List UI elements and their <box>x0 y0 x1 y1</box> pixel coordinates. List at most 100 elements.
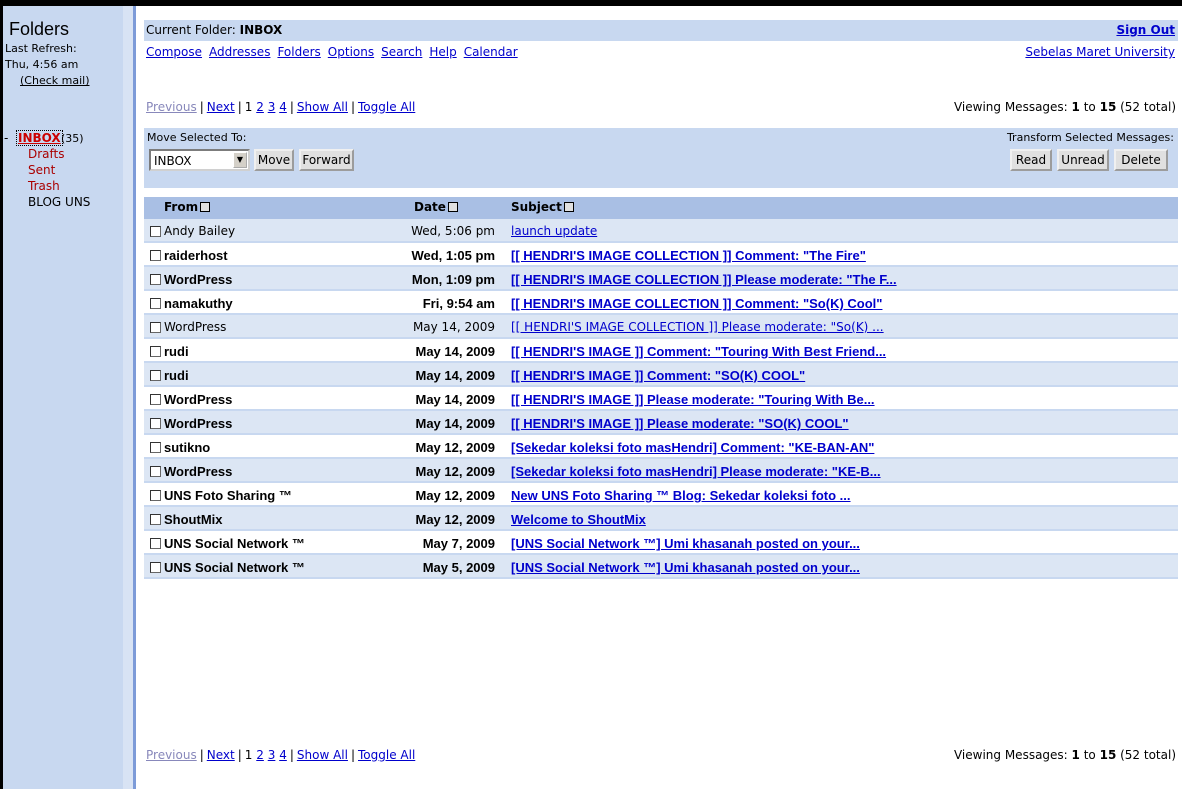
message-subject-link[interactable]: [Sekedar koleksi foto masHendri] Comment… <box>511 440 874 455</box>
sidebar-item-blog-uns[interactable]: BLOG UNS <box>3 194 123 210</box>
next-link[interactable]: Next <box>207 748 235 762</box>
nav-options[interactable]: Options <box>328 45 374 59</box>
sign-out-link[interactable]: Sign Out <box>1116 23 1175 37</box>
nav-help[interactable]: Help <box>429 45 456 59</box>
message-row[interactable]: rudi May 14, 2009 [[ HENDRI'S IMAGE ]] Com… <box>144 363 1178 387</box>
message-checkbox[interactable] <box>150 490 161 501</box>
message-subject-link[interactable]: [[ HENDRI'S IMAGE ]] Please moderate: "T… <box>511 392 875 407</box>
message-subject-link[interactable]: [[ HENDRI'S IMAGE COLLECTION ]] Please m… <box>511 272 897 287</box>
message-row[interactable]: WordPress May 14, 2009 [[ HENDRI'S IMAGE ]… <box>144 387 1178 411</box>
collapse-toggle[interactable]: - <box>4 130 8 146</box>
column-subject-label[interactable]: Subject <box>511 200 562 214</box>
message-subject-link[interactable]: [[ HENDRI'S IMAGE COLLECTION ]] Comment:… <box>511 248 866 263</box>
message-row[interactable]: ShoutMix May 12, 2009 Welcome to ShoutMix <box>144 507 1178 531</box>
folder-label[interactable]: BLOG UNS <box>28 194 90 210</box>
column-from[interactable]: From <box>164 200 211 214</box>
page-link[interactable]: 4 <box>279 748 287 762</box>
message-subject-link[interactable]: [Sekedar koleksi foto masHendri] Please … <box>511 464 881 479</box>
message-checkbox[interactable] <box>150 562 161 573</box>
page-link[interactable]: 2 <box>256 748 264 762</box>
message-row[interactable]: Andy Bailey Wed, 5:06 pm launch update <box>144 219 1178 243</box>
message-checkbox[interactable] <box>150 274 161 285</box>
message-row[interactable]: WordPress May 14, 2009 [[ HENDRI'S IMAGE ]… <box>144 411 1178 435</box>
sort-icon[interactable] <box>200 202 211 212</box>
message-subject-link[interactable]: [[ HENDRI'S IMAGE ]] Comment: "SO(K) COO… <box>511 368 805 383</box>
message-row[interactable]: UNS Foto Sharing ™ May 12, 2009 New UNS Fo… <box>144 483 1178 507</box>
message-subject-link[interactable]: New UNS Foto Sharing ™ Blog: Sekedar kol… <box>511 488 851 503</box>
message-subject-link[interactable]: launch update <box>511 224 597 238</box>
page-link[interactable]: 3 <box>268 100 276 114</box>
move-target-select[interactable]: INBOX ▼ <box>149 149 250 171</box>
message-checkbox[interactable] <box>150 538 161 549</box>
message-checkbox[interactable] <box>150 418 161 429</box>
sidebar-item-sent[interactable]: Sent <box>3 162 123 178</box>
message-subject-link[interactable]: [UNS Social Network ™] Umi khasanah post… <box>511 560 860 575</box>
message-row[interactable]: UNS Social Network ™ May 5, 2009 [UNS Soci… <box>144 555 1178 579</box>
sidebar-item-inbox[interactable]: - INBOX (35) <box>3 130 123 146</box>
message-row[interactable]: rudi May 14, 2009 [[ HENDRI'S IMAGE ]] Com… <box>144 339 1178 363</box>
message-checkbox[interactable] <box>150 514 161 525</box>
unread-button[interactable]: Unread <box>1057 149 1109 171</box>
folder-label[interactable]: Sent <box>28 162 55 178</box>
folder-label[interactable]: Drafts <box>28 146 65 162</box>
previous-link[interactable]: Previous <box>146 100 197 114</box>
forward-button[interactable]: Forward <box>299 149 354 171</box>
organization-link[interactable]: Sebelas Maret University <box>1025 45 1175 59</box>
check-mail-label[interactable]: (Check mail) <box>20 74 90 87</box>
next-link[interactable]: Next <box>207 100 235 114</box>
message-checkbox[interactable] <box>150 226 161 237</box>
message-checkbox[interactable] <box>150 370 161 381</box>
sidebar-item-drafts[interactable]: Drafts <box>3 146 123 162</box>
message-date: May 14, 2009 <box>415 392 495 407</box>
message-checkbox[interactable] <box>150 442 161 453</box>
message-subject-link[interactable]: [[ HENDRI'S IMAGE ]] Please moderate: "S… <box>511 416 849 431</box>
sort-icon[interactable] <box>447 202 458 212</box>
page-link[interactable]: 3 <box>268 748 276 762</box>
move-button[interactable]: Move <box>254 149 294 171</box>
nav-search[interactable]: Search <box>381 45 422 59</box>
inbox-link[interactable]: INBOX <box>16 130 63 146</box>
message-checkbox[interactable] <box>150 466 161 477</box>
toggle-all-link[interactable]: Toggle All <box>358 748 415 762</box>
message-subject-link[interactable]: [UNS Social Network ™] Umi khasanah post… <box>511 536 860 551</box>
column-subject[interactable]: Subject <box>511 200 574 214</box>
message-checkbox[interactable] <box>150 346 161 357</box>
check-mail-link[interactable]: (Check mail) <box>20 74 90 87</box>
message-subject-link[interactable]: [[ HENDRI'S IMAGE ]] Comment: "Touring W… <box>511 344 886 359</box>
frame-divider-line[interactable] <box>133 6 136 789</box>
message-checkbox[interactable] <box>150 298 161 309</box>
previous-link[interactable]: Previous <box>146 748 197 762</box>
message-row[interactable]: WordPress May 12, 2009 [Sekedar koleksi fo… <box>144 459 1178 483</box>
nav-addresses[interactable]: Addresses <box>209 45 270 59</box>
message-row[interactable]: WordPress May 14, 2009 [[ HENDRI'S IMAGE C… <box>144 315 1178 339</box>
page-link[interactable]: 4 <box>279 100 287 114</box>
column-from-label[interactable]: From <box>164 200 198 214</box>
delete-button[interactable]: Delete <box>1114 149 1168 171</box>
nav-folders[interactable]: Folders <box>277 45 320 59</box>
message-date: May 5, 2009 <box>422 560 495 575</box>
column-date[interactable]: Date <box>414 200 458 214</box>
message-checkbox[interactable] <box>150 394 161 405</box>
show-all-link[interactable]: Show All <box>297 748 348 762</box>
folder-label[interactable]: Trash <box>28 178 60 194</box>
show-all-link[interactable]: Show All <box>297 100 348 114</box>
nav-calendar[interactable]: Calendar <box>464 45 518 59</box>
page-link[interactable]: 2 <box>256 100 264 114</box>
message-row[interactable]: sutikno May 12, 2009 [Sekedar koleksi foto… <box>144 435 1178 459</box>
toggle-all-link[interactable]: Toggle All <box>358 100 415 114</box>
nav-compose[interactable]: Compose <box>146 45 202 59</box>
message-checkbox[interactable] <box>150 322 161 333</box>
read-button[interactable]: Read <box>1010 149 1052 171</box>
column-date-label[interactable]: Date <box>414 200 446 214</box>
sidebar-item-trash[interactable]: Trash <box>3 178 123 194</box>
chevron-down-icon[interactable]: ▼ <box>233 152 247 168</box>
message-row[interactable]: UNS Social Network ™ May 7, 2009 [UNS Soci… <box>144 531 1178 555</box>
message-subject-link[interactable]: [[ HENDRI'S IMAGE COLLECTION ]] Please m… <box>511 320 884 334</box>
message-row[interactable]: raiderhost Wed, 1:05 pm [[ HENDRI'S IMAGE … <box>144 243 1178 267</box>
sort-icon[interactable] <box>563 202 574 212</box>
message-row[interactable]: namakuthy Fri, 9:54 am [[ HENDRI'S IMAGE C… <box>144 291 1178 315</box>
message-subject-link[interactable]: [[ HENDRI'S IMAGE COLLECTION ]] Comment:… <box>511 296 882 311</box>
message-subject-link[interactable]: Welcome to ShoutMix <box>511 512 646 527</box>
message-row[interactable]: WordPress Mon, 1:09 pm [[ HENDRI'S IMAGE C… <box>144 267 1178 291</box>
message-checkbox[interactable] <box>150 250 161 261</box>
